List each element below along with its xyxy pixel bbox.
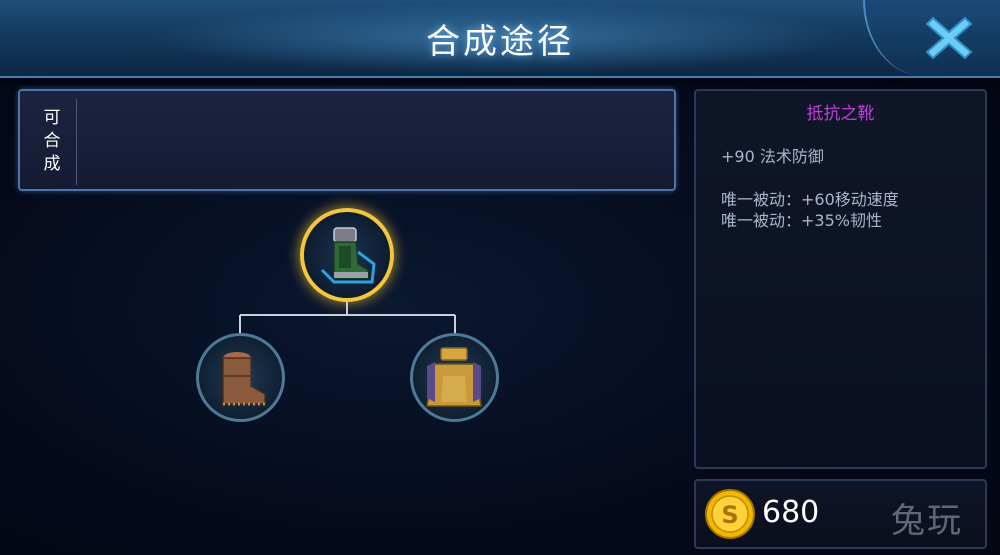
gold-amount: 680 [762,495,820,530]
item-stat: +90 法术防御 [721,147,824,166]
gold-panel: S 680 兔玩 [694,479,987,549]
watermark-text: 兔玩 [891,501,963,541]
item-passive: 唯一被动：+35%韧性 [721,211,882,230]
item-detail-panel: 抵抗之靴 +90 法术防御 唯一被动：+60移动速度 唯一被动：+35%韧性 [694,89,987,469]
item-name: 抵抗之靴 [806,104,875,124]
close-icon [925,16,973,60]
recipe-child-item[interactable] [410,333,499,422]
boots-of-resistance-icon [320,227,376,284]
golden-armor-icon [426,347,482,407]
recipe-child-item[interactable] [196,333,285,422]
svg-text:S: S [721,501,738,529]
recipe-root-item[interactable] [300,208,394,302]
close-button[interactable] [863,0,1000,76]
leather-boots-icon [222,352,266,406]
gold-coin-icon: S [705,489,755,539]
